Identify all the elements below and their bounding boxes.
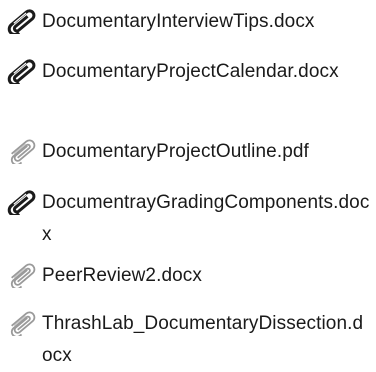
paperclip-icon bbox=[4, 4, 40, 34]
attachment-name[interactable]: DocumentaryProjectCalendar.docx bbox=[42, 56, 372, 88]
attachment-name[interactable]: ThrashLab_DocumentaryDissection.docx bbox=[42, 308, 372, 372]
attachment-name[interactable]: PeerReview2.docx bbox=[42, 260, 372, 292]
attachment-list: DocumentaryInterviewTips.docx Documentar… bbox=[0, 0, 376, 368]
attachment-name[interactable]: DocumentrayGradingComponents.docx bbox=[42, 187, 372, 251]
paperclip-icon bbox=[4, 258, 40, 288]
attachment-name[interactable]: DocumentaryInterviewTips.docx bbox=[42, 6, 372, 38]
paperclip-icon bbox=[4, 306, 40, 336]
attachment-name[interactable]: DocumentaryProjectOutline.pdf bbox=[42, 136, 372, 168]
paperclip-icon bbox=[4, 54, 40, 84]
paperclip-icon bbox=[4, 134, 40, 164]
paperclip-icon bbox=[4, 185, 40, 215]
